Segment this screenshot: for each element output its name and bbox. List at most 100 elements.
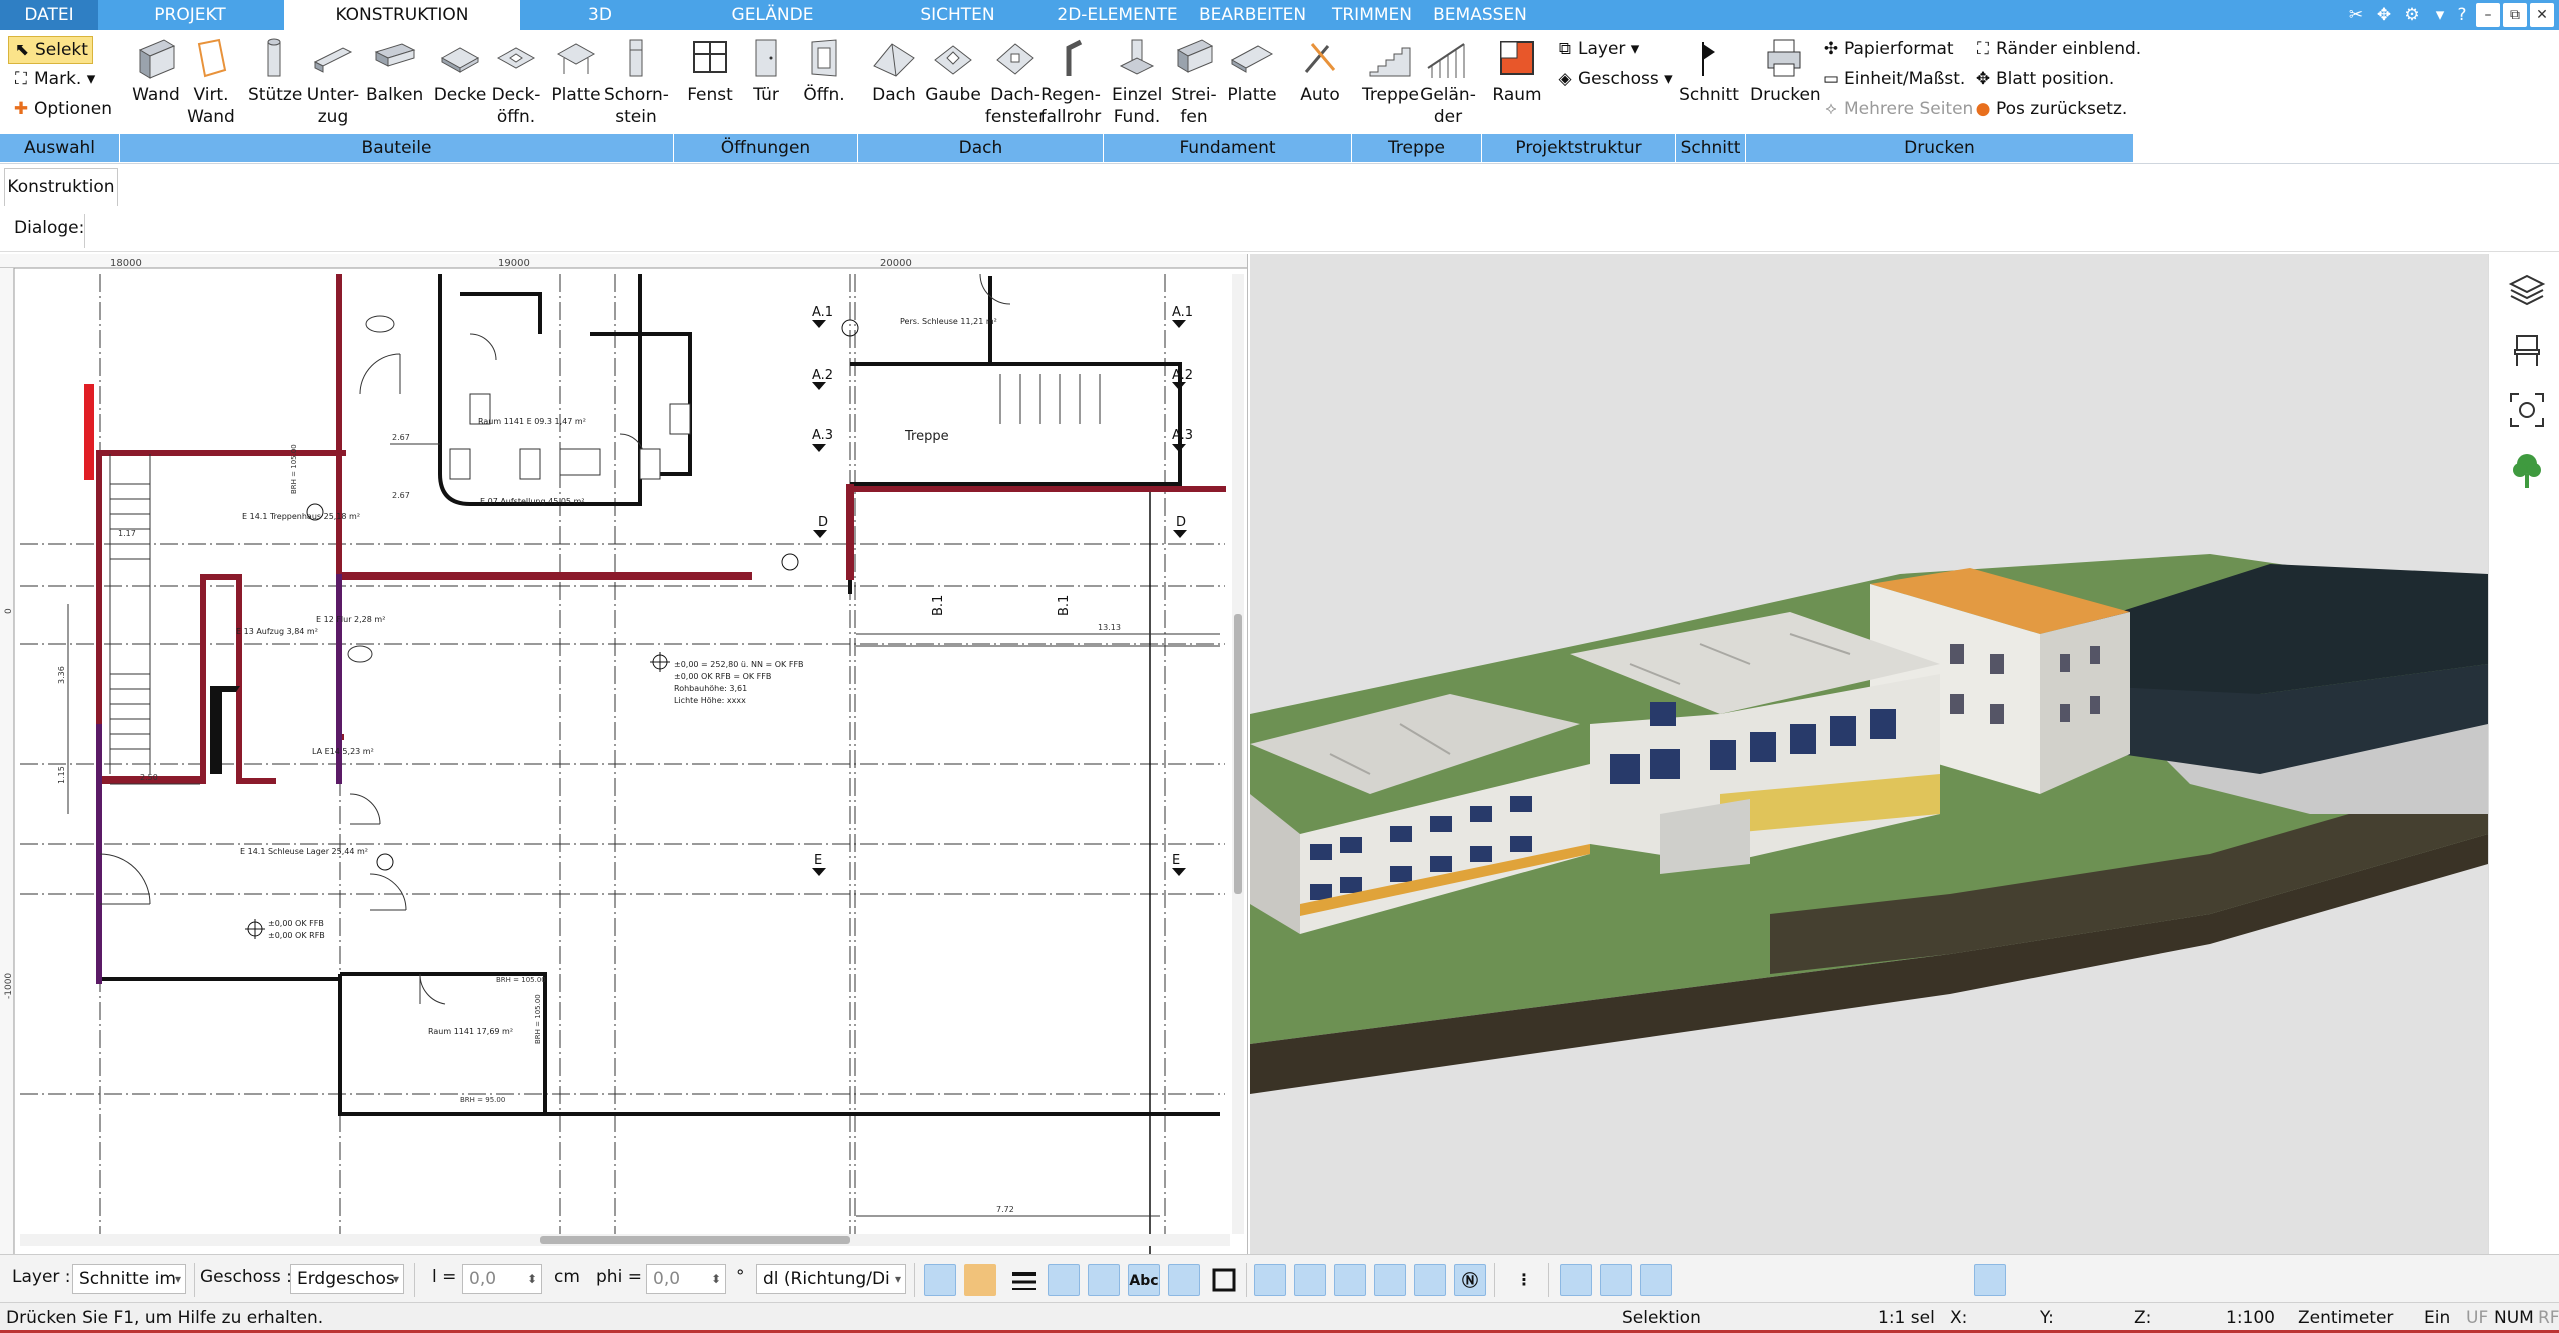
fundamentplatte-button[interactable]: Platte	[1226, 36, 1278, 106]
spin-icon[interactable]: ⬍	[711, 1265, 721, 1293]
material-icon[interactable]	[964, 1264, 996, 1296]
fullscreen-icon[interactable]	[2507, 390, 2547, 430]
move-icon[interactable]: ✥	[2372, 3, 2396, 27]
mehrere-seiten-button[interactable]: ⟡ Mehrere Seiten	[1822, 96, 1973, 122]
vertical-scrollbar-thumb[interactable]	[1234, 614, 1242, 894]
treppe-button[interactable]: Treppe	[1362, 36, 1419, 106]
layer-stack-icon[interactable]	[1374, 1264, 1406, 1296]
mark-button[interactable]: ⛶ Mark. ▾	[12, 66, 95, 92]
tab-bemassen[interactable]: BEMASSEN	[1430, 0, 1530, 30]
decke-button[interactable]: Decke	[432, 36, 488, 106]
einheit-button[interactable]: ▭ Einheit/Maßst.	[1822, 66, 1965, 92]
phi-input[interactable]: 0,0 ⬍	[646, 1264, 726, 1294]
streifenfundament-button[interactable]: Strei- fen	[1170, 36, 1218, 128]
deck-oeffn-button[interactable]: Deck- öffn.	[490, 36, 542, 128]
drucken-button[interactable]: Drucken	[1750, 36, 1821, 106]
dach-button[interactable]: Dach	[868, 36, 920, 106]
raum-button[interactable]: Raum	[1490, 36, 1544, 106]
ruler-grid-icon[interactable]	[1840, 1264, 1872, 1296]
schornstein-button[interactable]: Schorn- stein	[604, 36, 669, 128]
layers-icon[interactable]	[2507, 270, 2547, 310]
pos-zuruecksetzen-button[interactable]: ● Pos zurücksetz.	[1974, 96, 2128, 122]
length-input[interactable]: 0,0 ⬍	[462, 1264, 542, 1294]
tab-bearbeiten[interactable]: BEARBEITEN	[1195, 0, 1310, 30]
tab-projekt[interactable]: PROJEKT	[130, 0, 250, 30]
geschoss-select[interactable]: Erdgeschos ▾	[290, 1264, 404, 1294]
tree-icon[interactable]	[2507, 450, 2547, 490]
layer-button[interactable]: ⧉ Layer ▾	[1556, 36, 1639, 62]
dachfenster-button[interactable]: Dach- fenster	[984, 36, 1046, 128]
raender-button[interactable]: ⛶ Ränder einblend.	[1974, 36, 2141, 62]
tab-datei[interactable]: DATEI	[0, 0, 98, 30]
direction-select[interactable]: dl (Richtung/Di ▾	[756, 1264, 906, 1294]
center-icon[interactable]	[1800, 1264, 1832, 1296]
papierformat-button[interactable]: ✣ Papierformat	[1822, 36, 1954, 62]
regenfallrohr-button[interactable]: Regen- fallrohr	[1040, 36, 1102, 128]
blatt-position-button[interactable]: ✥ Blatt position.	[1974, 66, 2114, 92]
tab-2d-elemente[interactable]: 2D-ELEMENTE	[1055, 0, 1180, 30]
wand-button[interactable]: Wand	[128, 36, 184, 106]
length-icon[interactable]	[1168, 1264, 1200, 1296]
platte-button[interactable]: Platte	[550, 36, 602, 106]
virt-wand-button[interactable]: Virt. Wand	[186, 36, 236, 128]
grid-icon[interactable]	[1640, 1264, 1672, 1296]
tab-3d[interactable]: 3D	[560, 0, 640, 30]
status-z: Z:	[2134, 1308, 2152, 1328]
tab-konstruktion[interactable]: KONSTRUKTION	[284, 0, 520, 30]
zoom-window-icon[interactable]	[1560, 1264, 1592, 1296]
snap-line-icon[interactable]	[1880, 1264, 1912, 1296]
cursor-snap-icon[interactable]	[1974, 1264, 2006, 1296]
corner-icon[interactable]	[1760, 1264, 1792, 1296]
gaube-button[interactable]: Gaube	[924, 36, 982, 106]
unterzug-button[interactable]: Unter- zug	[306, 36, 360, 128]
select-frame-icon[interactable]	[1254, 1264, 1286, 1296]
north-icon[interactable]: Ⓝ	[1454, 1264, 1486, 1296]
spin-icon[interactable]: ⬍	[527, 1265, 537, 1293]
tab-sichten[interactable]: SICHTEN	[895, 0, 1020, 30]
selekt-button[interactable]: ⬉ Selekt	[8, 36, 93, 64]
dropdown-icon[interactable]: ▾	[2428, 3, 2452, 27]
status-x: X:	[1950, 1308, 1968, 1328]
tools-icon[interactable]: ✂	[2344, 3, 2368, 27]
tuer-button[interactable]: Tür	[744, 36, 788, 106]
gelaender-button[interactable]: Gelän- der	[1420, 36, 1476, 128]
balken-button[interactable]: Balken	[366, 36, 423, 106]
close-button[interactable]: ✕	[2530, 3, 2554, 27]
polygon-icon[interactable]	[1334, 1264, 1366, 1296]
hatch-icon[interactable]	[924, 1264, 956, 1296]
3d-view[interactable]	[1250, 254, 2488, 1254]
einzelfundament-button[interactable]: Einzel Fund.	[1112, 36, 1162, 128]
color-icon[interactable]	[1294, 1264, 1326, 1296]
dimension-icon[interactable]	[1088, 1264, 1120, 1296]
right-sidebar	[2488, 254, 2559, 1254]
cut-icon[interactable]	[1720, 1264, 1752, 1296]
menu-bar: DATEI PROJEKT KONSTRUKTION 3D GELÄNDE SI…	[0, 0, 2559, 30]
layer-select[interactable]: Schnitte im ▾	[72, 1264, 186, 1294]
frame-icon[interactable]	[1208, 1264, 1240, 1296]
line-style-icon[interactable]	[1048, 1264, 1080, 1296]
auto-fundament-button[interactable]: Auto	[1294, 36, 1346, 106]
restore-button[interactable]: ⧉	[2503, 3, 2527, 27]
chair-icon[interactable]	[2507, 330, 2547, 370]
panel-tab-konstruktion[interactable]: Konstruktion	[4, 168, 118, 206]
horizontal-scrollbar-thumb[interactable]	[540, 1236, 850, 1244]
geschoss-button[interactable]: ◈ Geschoss ▾	[1556, 66, 1672, 92]
settings-icon[interactable]: ⚙	[2400, 3, 2424, 27]
text-icon[interactable]: Abc	[1128, 1264, 1160, 1296]
fill-icon[interactable]	[1414, 1264, 1446, 1296]
tab-trimmen[interactable]: TRIMMEN	[1322, 0, 1422, 30]
optionen-button[interactable]: ✚ Optionen	[12, 96, 112, 122]
svg-text:2.50: 2.50	[140, 773, 158, 782]
floor-plan-view[interactable]: 18000 19000 20000 0 -1000 E 14.1 Treppen…	[0, 254, 1248, 1254]
help-icon[interactable]: ?	[2450, 3, 2474, 27]
page-icon[interactable]	[1600, 1264, 1632, 1296]
line-weight-icon[interactable]	[1008, 1264, 1040, 1296]
info-icon[interactable]: ⋮	[1508, 1264, 1540, 1296]
minimize-button[interactable]: –	[2476, 3, 2500, 27]
stuetze-button[interactable]: Stütze	[248, 36, 302, 106]
tab-gelaende[interactable]: GELÄNDE	[710, 0, 835, 30]
schnitt-button[interactable]: Schnitt	[1678, 36, 1740, 106]
oeffnung-button[interactable]: Öffn.	[798, 36, 850, 106]
snap-icon[interactable]	[1680, 1264, 1712, 1296]
fenster-button[interactable]: Fenst	[686, 36, 734, 106]
